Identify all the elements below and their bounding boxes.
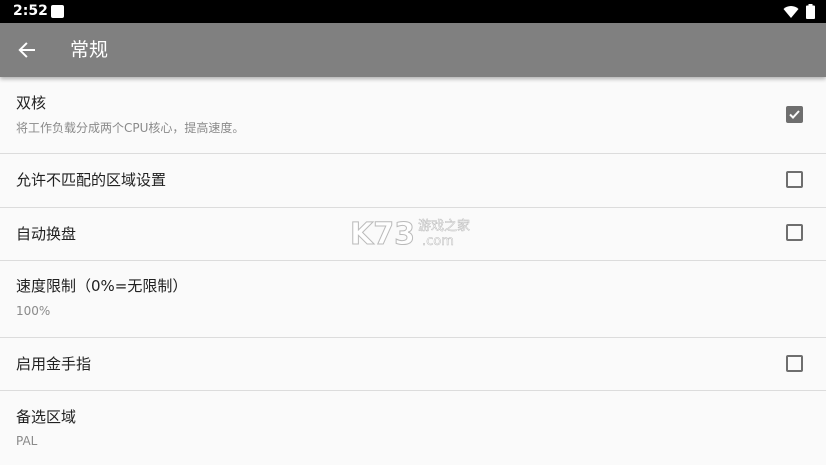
- enable-cheats-checkbox[interactable]: [786, 355, 803, 372]
- auto-disc-change-checkbox[interactable]: [786, 224, 803, 241]
- setting-title: 速度限制（0%=无限制）: [16, 277, 188, 295]
- setting-title: 启用金手指: [16, 355, 92, 373]
- arrow-back-icon: [18, 42, 35, 58]
- dual-core-checkbox[interactable]: [786, 106, 803, 123]
- check-icon: [789, 110, 800, 119]
- setting-enable-cheats[interactable]: 启用金手指: [0, 338, 826, 391]
- settings-list: 双核 将工作负载分成两个CPU核心，提高速度。 允许不匹配的区域设置 自动换盘 …: [0, 77, 826, 465]
- allow-mismatched-region-checkbox[interactable]: [786, 171, 803, 188]
- setting-value: 100%: [16, 304, 51, 318]
- status-bar: 2:52: [0, 0, 826, 23]
- setting-title: 双核: [16, 94, 47, 112]
- notification-icon: [51, 5, 64, 18]
- status-time: 2:52: [13, 3, 48, 19]
- setting-title: 自动换盘: [16, 225, 77, 243]
- setting-dual-core[interactable]: 双核 将工作负载分成两个CPU核心，提高速度。: [0, 77, 826, 154]
- setting-speed-limit[interactable]: 速度限制（0%=无限制） 100%: [0, 261, 826, 338]
- setting-auto-disc-change[interactable]: 自动换盘: [0, 208, 826, 261]
- setting-subtitle: 将工作负载分成两个CPU核心，提高速度。: [16, 121, 245, 135]
- setting-alternate-region[interactable]: 备选区域 PAL: [0, 391, 826, 465]
- setting-value: PAL: [16, 434, 38, 448]
- wifi-icon: [783, 4, 799, 23]
- back-button[interactable]: [10, 33, 44, 67]
- page-title: 常规: [70, 39, 109, 61]
- setting-allow-mismatched-region[interactable]: 允许不匹配的区域设置: [0, 154, 826, 208]
- setting-title: 允许不匹配的区域设置: [16, 171, 167, 189]
- setting-title: 备选区域: [16, 408, 77, 426]
- toolbar: 常规: [0, 23, 826, 77]
- battery-icon: [806, 4, 815, 23]
